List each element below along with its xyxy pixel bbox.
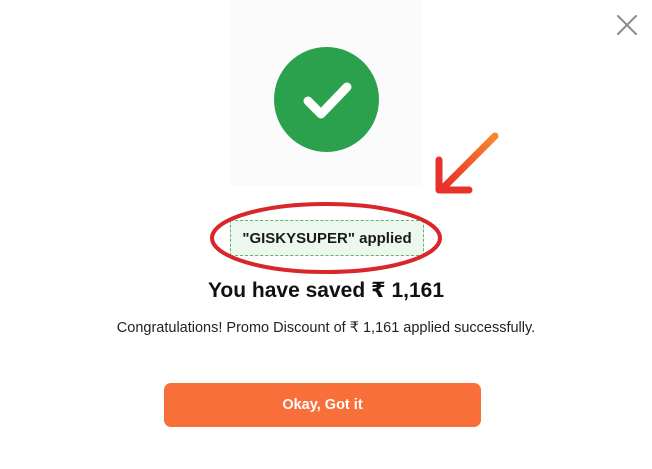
annotation-ellipse-highlight	[208, 200, 444, 276]
savings-title: You have saved ₹ 1,161	[207, 279, 444, 302]
promo-success-modal: "GISKYSUPER" applied You have saved ₹ 1,…	[0, 0, 652, 469]
close-icon[interactable]	[614, 12, 640, 38]
okay-got-it-button[interactable]: Okay, Got it	[164, 383, 481, 427]
success-checkmark-icon	[274, 47, 379, 152]
annotation-arrow-icon	[425, 128, 505, 200]
success-message: Congratulations! Promo Discount of ₹ 1,1…	[116, 320, 536, 336]
